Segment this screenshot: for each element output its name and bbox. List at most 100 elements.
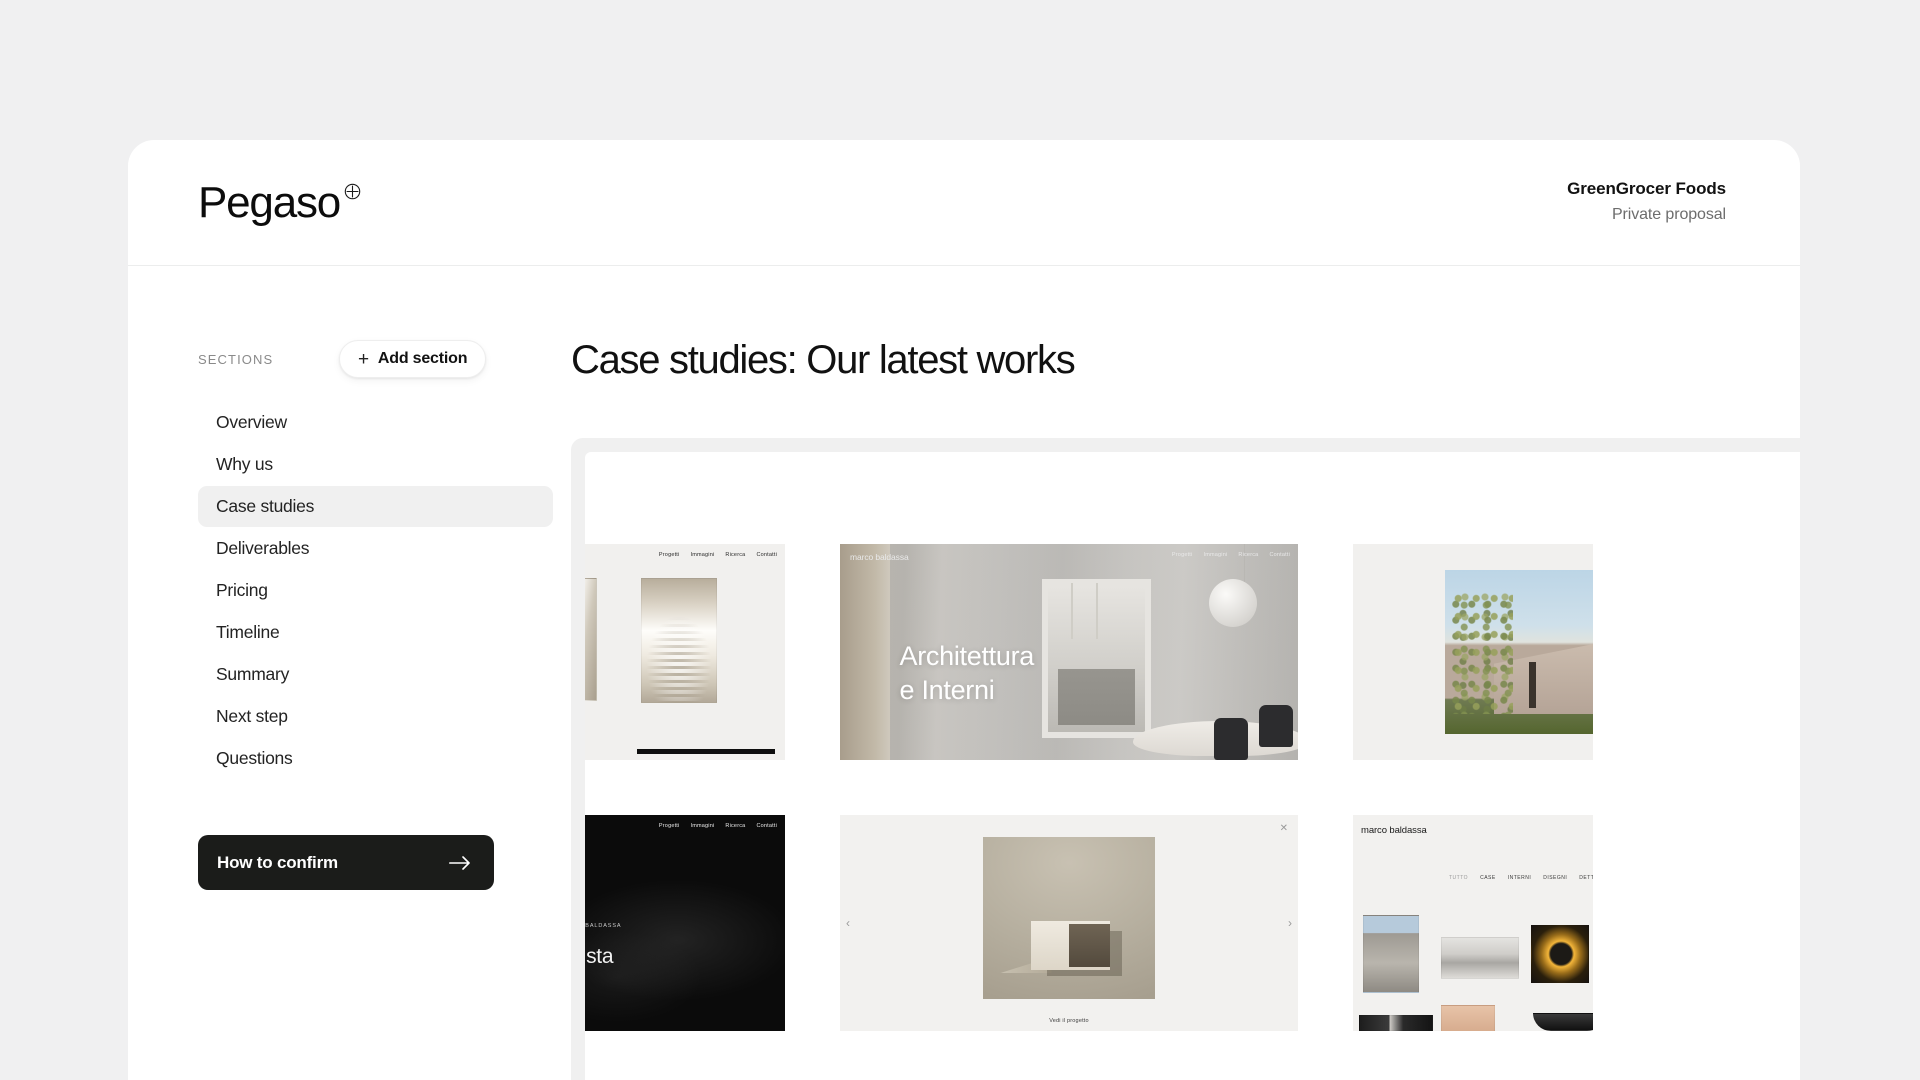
app-window: Pegaso GreenGrocer Foods Private proposa…: [128, 140, 1800, 1080]
sidebar-item-case-studies[interactable]: Case studies: [198, 486, 553, 527]
screenshot-interview-dark[interactable]: Progetti Immagini Ricerca Contatti / MAR…: [585, 815, 785, 1031]
sidebar-item-pricing[interactable]: Pricing: [198, 570, 553, 611]
filter-tab: DETTAGLI: [1579, 875, 1593, 881]
hero-chair: [1259, 705, 1294, 748]
hero-title-line-1: Architettura: [899, 641, 1035, 672]
hero-pendant-light: [1071, 582, 1074, 640]
sidebar-item-label: Why us: [216, 454, 273, 474]
add-section-label: Add section: [377, 350, 468, 367]
chevron-left-icon[interactable]: ‹: [846, 917, 850, 929]
staircase-steps: [641, 578, 717, 703]
mini-nav-item: Progetti: [658, 552, 680, 558]
app-body: SECTIONS + Add section Overview Why us C…: [128, 266, 1800, 1080]
filter-tab: INTERNI: [1507, 875, 1532, 881]
hero-title: Architettura e Interni: [899, 639, 1035, 707]
arrow-right-icon: [449, 855, 471, 870]
proposal-kind: Private proposal: [1611, 206, 1726, 224]
sidebar-item-label: Case studies: [216, 496, 315, 516]
mini-nav-item: Contatti: [756, 552, 777, 558]
sidebar-item-label: Next step: [216, 706, 288, 726]
sidebar-item-label: Deliverables: [216, 538, 310, 558]
hero-chair: [1213, 718, 1248, 760]
mini-nav: Progetti Immagini Ricerca Contatti: [1172, 552, 1290, 558]
sidebar-item-overview[interactable]: Overview: [198, 402, 553, 443]
mini-nav: Progetti Immagini Ricerca Contatti: [659, 823, 777, 829]
hero-globe-lamp: [1208, 578, 1257, 627]
screenshot-grid: Progetti Immagini Ricerca Contatti marco…: [585, 544, 1655, 1031]
screenshot-portfolio-grid[interactable]: marco baldassa TUTTO CASE INTERNI DISEGN…: [1353, 815, 1593, 1031]
sidebar-item-label: Questions: [216, 748, 293, 768]
sidebar-item-timeline[interactable]: Timeline: [198, 612, 553, 653]
exterior-photo: [1445, 570, 1593, 734]
breadcrumb: / MARCO BALDASSA: [585, 923, 622, 929]
interview-headline: Intervista: [585, 945, 614, 968]
portfolio-thumb: [1359, 1015, 1433, 1031]
mini-nav-item: Immagini: [690, 823, 715, 829]
app-header: Pegaso GreenGrocer Foods Private proposa…: [128, 140, 1800, 266]
portfolio-thumb: [1533, 1013, 1593, 1031]
sidebar-item-summary[interactable]: Summary: [198, 654, 553, 695]
horizontal-scrollbar[interactable]: [637, 749, 775, 754]
header-meta: GreenGrocer Foods Private proposal: [1567, 177, 1726, 229]
how-to-confirm-label: How to confirm: [217, 852, 338, 872]
main-content: Case studies: Our latest works Progetti …: [553, 266, 1800, 1080]
brand-name: Pegaso: [198, 177, 341, 227]
sidebar-item-questions[interactable]: Questions: [198, 738, 553, 779]
mini-nav: Progetti Immagini Ricerca Contatti: [659, 552, 777, 558]
portfolio-thumb: [1441, 937, 1519, 979]
hero-title-line-2: e Interni: [899, 675, 995, 706]
filter-tab: TUTTO: [1449, 875, 1469, 881]
mini-nav-item: Ricerca: [1238, 552, 1259, 558]
lightbox-caption: Vedi il progetto: [1049, 1018, 1089, 1024]
mini-brand: marco baldassa: [850, 552, 909, 562]
hero-pendant-light: [1096, 582, 1099, 640]
mini-nav-item: Progetti: [658, 823, 680, 829]
case-study-gallery-panel: Progetti Immagini Ricerca Contatti marco…: [585, 452, 1800, 1080]
screenshot-lightbox[interactable]: ‹ › ✕ Vedi il progetto: [840, 815, 1298, 1031]
portfolio-filter-tabs: TUTTO CASE INTERNI DISEGNI DETTAGLI PL: [1449, 875, 1593, 881]
portfolio-thumb: [1531, 925, 1589, 983]
mini-nav-item: Progetti: [1171, 552, 1193, 558]
mini-nav-item: Ricerca: [725, 823, 746, 829]
circled-plus-icon: [344, 183, 361, 200]
sidebar-item-label: Summary: [216, 664, 290, 684]
sidebar-item-label: Timeline: [216, 622, 280, 642]
plus-icon: +: [358, 348, 369, 370]
chevron-right-icon[interactable]: ›: [1288, 917, 1292, 929]
screenshot-projects-list[interactable]: Progetti Immagini Ricerca Contatti: [585, 544, 785, 760]
hero-counter: [1057, 669, 1136, 726]
sections-label: SECTIONS: [198, 351, 274, 367]
sidebar-header: SECTIONS + Add section: [198, 340, 553, 378]
sidebar-item-next-step[interactable]: Next step: [198, 696, 553, 737]
mini-brand: marco baldassa: [1361, 825, 1427, 836]
mini-nav-item: Immagini: [1203, 552, 1228, 558]
mini-nav-item: Contatti: [1269, 552, 1290, 558]
close-icon[interactable]: ✕: [1280, 824, 1288, 834]
sidebar-item-label: Overview: [216, 412, 287, 432]
tree: [1451, 592, 1513, 715]
sidebar-item-deliverables[interactable]: Deliverables: [198, 528, 553, 569]
page-title: Case studies: Our latest works: [571, 338, 1076, 382]
sidebar: SECTIONS + Add section Overview Why us C…: [128, 266, 553, 1079]
screenshot-project-exterior[interactable]: [1353, 544, 1593, 760]
sidebar-item-why-us[interactable]: Why us: [198, 444, 553, 485]
corridor-photo: [585, 578, 597, 701]
architectural-model-dark-block: [1069, 924, 1111, 967]
screenshot-homepage-hero[interactable]: marco baldassa Progetti Immagini Ricerca…: [840, 544, 1298, 760]
client-name: GreenGrocer Foods: [1567, 178, 1726, 198]
brand-logo[interactable]: Pegaso: [198, 177, 361, 227]
sidebar-item-label: Pricing: [216, 580, 268, 600]
building-window-slit: [1529, 661, 1537, 708]
filter-tab: DISEGNI: [1543, 875, 1568, 881]
how-to-confirm-button[interactable]: How to confirm: [198, 835, 494, 890]
mini-nav-item: Immagini: [690, 552, 715, 558]
portfolio-thumb: [1363, 915, 1419, 993]
mini-nav-item: Ricerca: [725, 552, 746, 558]
model-photo: [983, 837, 1155, 999]
filter-tab: CASE: [1480, 875, 1496, 881]
case-study-gallery-frame: Progetti Immagini Ricerca Contatti marco…: [571, 438, 1800, 1080]
hero-wall: [840, 544, 891, 760]
add-section-button[interactable]: + Add section: [339, 340, 487, 378]
sections-nav-list: Overview Why us Case studies Deliverable…: [198, 402, 553, 779]
portfolio-thumb: [1441, 1005, 1495, 1031]
